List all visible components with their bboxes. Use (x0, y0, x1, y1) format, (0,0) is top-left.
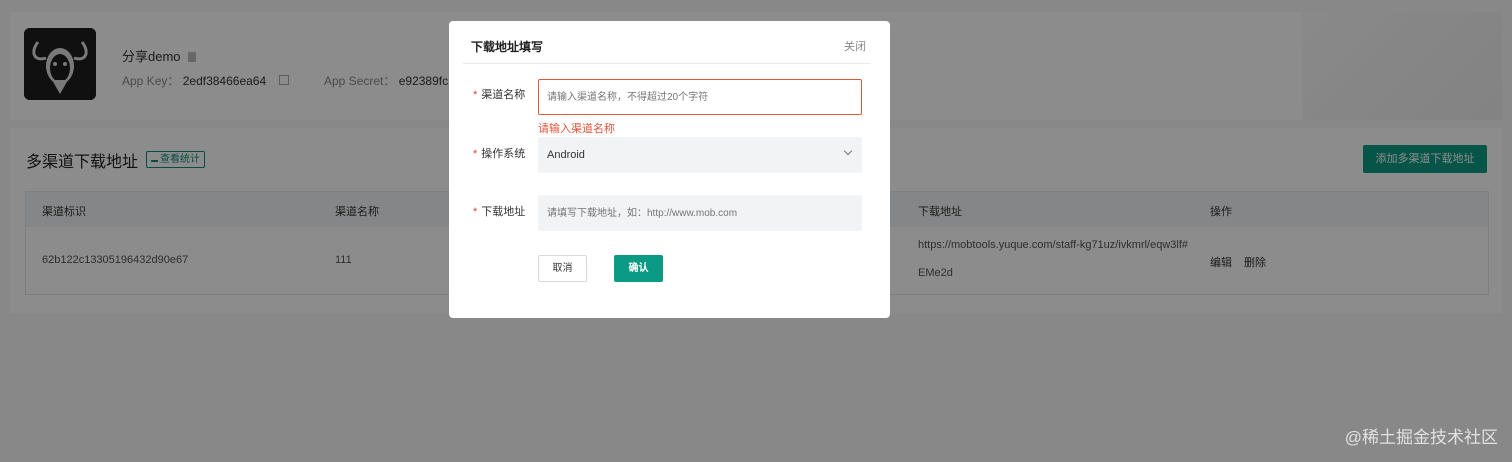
channel-name-label-text: 渠道名称 (481, 89, 526, 101)
watermark: @稀土掘金技术社区 (1344, 428, 1498, 447)
divider (463, 63, 871, 64)
os-select-value: Android (547, 149, 585, 161)
channel-name-label: * 渠道名称 (473, 86, 525, 102)
channel-name-input[interactable] (538, 79, 862, 115)
required-icon: * (473, 89, 478, 101)
confirm-button[interactable]: 确认 (614, 255, 663, 282)
download-url-input[interactable] (538, 195, 862, 231)
required-icon: * (473, 148, 478, 160)
close-button[interactable]: 关闭 (844, 38, 866, 54)
url-label: * 下载地址 (473, 203, 525, 219)
os-label: * 操作系统 (473, 145, 525, 161)
chevron-down-icon (843, 146, 853, 156)
channel-name-error: 请输入渠道名称 (538, 123, 615, 135)
cancel-button[interactable]: 取消 (538, 255, 587, 282)
os-label-text: 操作系统 (481, 148, 526, 160)
os-select[interactable]: Android (538, 137, 862, 173)
required-icon: * (473, 206, 478, 218)
url-label-text: 下载地址 (481, 206, 526, 218)
download-url-modal: 下载地址填写 关闭 *渠道名称 请输入渠道名称 *操作系统 Android *下… (449, 21, 890, 318)
modal-title: 下载地址填写 (471, 40, 544, 54)
page: 分享demo App Key： 2edf38466ea64 App Secret… (0, 0, 1512, 462)
